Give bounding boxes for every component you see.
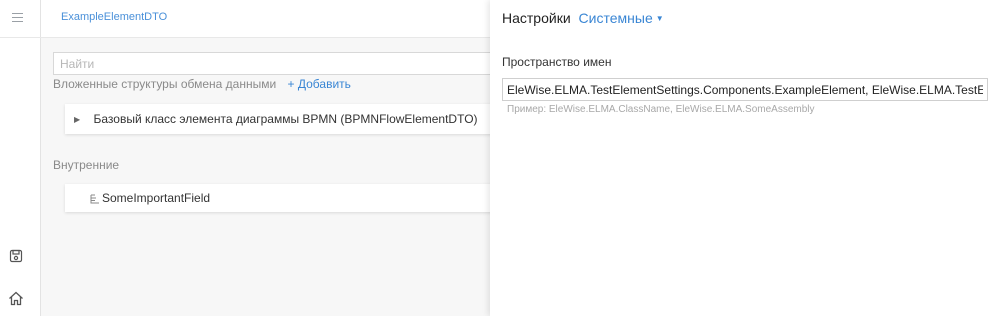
home-icon[interactable] — [8, 291, 24, 311]
nested-structures-row: Вложенные структуры обмена данными + Доб… — [53, 77, 351, 91]
left-rail — [0, 0, 41, 316]
settings-category-label: Системные — [578, 10, 653, 26]
caret-down-icon: ▼ — [655, 14, 664, 23]
internal-section-title: Внутренние — [53, 158, 120, 172]
add-nested-button[interactable]: + Добавить — [288, 77, 351, 91]
base-class-label: Базовый класс элемента диаграммы BPMN (B… — [93, 112, 478, 126]
page-title[interactable]: ExampleElementDTO — [61, 11, 167, 23]
settings-category-dropdown[interactable]: Системные ▼ — [579, 10, 664, 26]
field-icon — [90, 193, 100, 207]
namespace-hint: Пример: EleWise.ELMA.ClassName, EleWise.… — [507, 104, 815, 115]
settings-panel: Настройки Системные▼ Пространство имен П… — [490, 0, 1000, 316]
namespace-label: Пространство имен — [502, 55, 612, 69]
settings-panel-title: Настройки Системные ▼ — [502, 10, 664, 26]
save-icon[interactable] — [9, 249, 23, 268]
caret-right-icon[interactable]: ▶ — [74, 115, 80, 124]
nested-structures-label: Вложенные структуры обмена данными — [53, 77, 277, 91]
settings-title-label: Настройки — [502, 10, 571, 26]
internal-field-item[interactable]: SomeImportantField — [65, 184, 493, 212]
main-content: Вложенные структуры обмена данными + Доб… — [41, 38, 493, 316]
internal-field-label: SomeImportantField — [102, 191, 211, 205]
top-bar: ExampleElementDTO — [0, 0, 490, 38]
namespace-input[interactable] — [502, 78, 988, 101]
base-class-item[interactable]: ▶ Базовый класс элемента диаграммы BPMN … — [65, 104, 493, 134]
search-input[interactable] — [53, 52, 493, 75]
